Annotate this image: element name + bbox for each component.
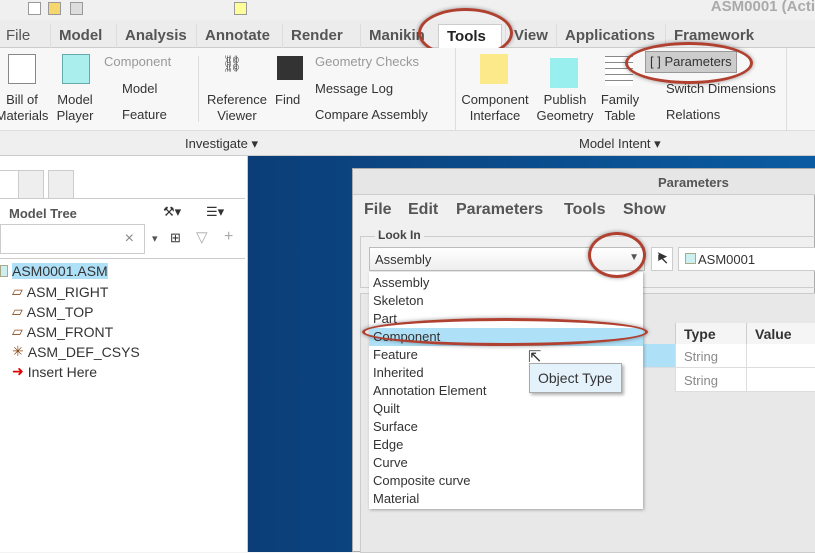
binoculars-icon [277,56,303,80]
tab-folder-browser[interactable] [18,170,44,198]
option-surface[interactable]: Surface [373,418,641,436]
reference-viewer-icon: ⛓ [222,56,243,73]
save-icon[interactable] [70,2,83,15]
menu-file[interactable]: File [364,201,392,219]
parameters-dialog: Parameters File Edit Parameters Tools Sh… [352,168,815,553]
component-interface-button[interactable]: Component Interface [460,92,530,124]
tab-model[interactable]: Model [50,24,110,48]
datum-plane-icon: ▱ [12,303,23,319]
group-investigate[interactable]: Investigate ▾ [185,136,258,152]
tab-favorites[interactable] [48,170,74,198]
pointer-cursor-icon: ↖ [656,251,670,268]
binoculars-search-icon[interactable]: ⊞ [170,230,181,246]
window-title: ASM0001 (Acti [710,0,815,15]
object-field[interactable]: ASM0001 [678,247,815,271]
tree-item-asm-right[interactable]: ▱ ASM_RIGHT [12,283,108,300]
csys-icon: ✳ [12,343,24,359]
tree-item-asm-top[interactable]: ▱ ASM_TOP [12,303,93,320]
family-table-button[interactable]: Family Table [598,92,642,124]
feature-info-button[interactable]: Feature [104,107,167,123]
row-value[interactable] [746,344,815,368]
bill-of-materials-button[interactable]: Bill of Materials [0,92,52,124]
quick-access-toolbar: ASM0001 (Acti [0,0,815,20]
tab-applications[interactable]: Applications [556,24,663,48]
tree-settings-icon[interactable]: ⚒▾ [163,204,181,220]
tree-item-asm-front[interactable]: ▱ ASM_FRONT [12,323,113,340]
annotation-oval-parameters [625,42,753,84]
option-edge[interactable]: Edge [373,436,641,454]
option-assembly[interactable]: Assembly [373,274,641,292]
tab-render[interactable]: Render [282,24,351,48]
open-icon[interactable] [48,2,61,15]
row-type[interactable]: String [675,344,747,368]
tree-item-asm0001[interactable]: ASM0001.ASM [0,263,108,279]
filter-icon[interactable]: ▽ [196,228,208,246]
switch-dimensions-button[interactable]: Switch Dimensions [648,81,776,97]
option-quilt[interactable]: Quilt [373,400,641,418]
menu-parameters[interactable]: Parameters [456,201,543,219]
show-menu-icon[interactable]: ☰▾ [206,204,224,220]
option-curve[interactable]: Curve [373,454,641,472]
dialog-title: Parameters [658,175,729,190]
tree-item-asm-def-csys[interactable]: ✳ ASM_DEF_CSYS [12,343,140,360]
menu-edit[interactable]: Edit [408,201,438,219]
message-log-button[interactable]: Message Log [315,81,393,97]
clear-icon[interactable]: × [125,230,134,248]
column-value[interactable]: Value [746,323,815,344]
tree-search-input[interactable]: × [0,224,145,254]
annotation-oval-component [362,318,648,346]
component-interface-icon [480,54,508,84]
reference-viewer-button[interactable]: Reference Viewer [205,92,269,124]
search-dropdown-icon[interactable]: ▾ [152,232,158,245]
model-player-icon [62,54,90,84]
row-type[interactable]: String [675,368,747,392]
model-tree-title: Model Tree [9,206,77,221]
option-skeleton[interactable]: Skeleton [373,292,641,310]
annotation-oval-dropdown-arrow [588,232,646,278]
publish-geometry-button[interactable]: Publish Geometry [535,92,595,124]
menu-show[interactable]: Show [623,201,666,219]
datum-plane-icon: ▱ [12,323,23,339]
row-value[interactable] [746,368,815,392]
model-tree-panel: Model Tree ⚒▾ ☰▾ × ▾ ⊞ ▽ + ASM0001.ASM ▱… [0,156,248,552]
bill-of-materials-icon [8,54,36,84]
tab-annotate[interactable]: Annotate [196,24,278,48]
relations-button[interactable]: Relations [648,107,720,123]
option-composite-curve[interactable]: Composite curve [373,472,641,490]
tooltip: Object Type [529,363,622,393]
component-button: Component [104,54,172,69]
option-feature[interactable]: Feature [373,346,641,364]
menu-tools[interactable]: Tools [564,201,605,219]
tree-item-insert-here[interactable]: ➜ Insert Here [12,363,97,380]
assembly-icon [0,265,8,277]
column-type[interactable]: Type [675,323,747,344]
compare-assembly-button[interactable]: Compare Assembly [315,107,428,123]
find-button[interactable]: Find [275,92,300,108]
assembly-icon [685,253,696,264]
model-info-button[interactable]: Model [104,81,157,97]
ribbon-group-labels: Investigate ▾ Model Intent ▾ [0,130,815,156]
datum-plane-icon: ▱ [12,283,23,299]
model-player-button[interactable]: Model Player [52,92,98,124]
red-arrow-icon: ➜ [12,363,24,379]
option-material[interactable]: Material [373,490,641,508]
geometry-checks-button[interactable]: Geometry Checks [315,54,419,70]
add-icon[interactable]: + [224,228,233,246]
publish-geometry-icon [550,58,578,88]
tab-file[interactable]: File [0,24,38,48]
tab-analysis[interactable]: Analysis [116,24,195,48]
new-icon[interactable] [28,2,41,15]
look-in-label: Look In [375,228,424,242]
group-model-intent[interactable]: Model Intent ▾ [579,136,661,152]
window-icon[interactable] [234,2,247,15]
